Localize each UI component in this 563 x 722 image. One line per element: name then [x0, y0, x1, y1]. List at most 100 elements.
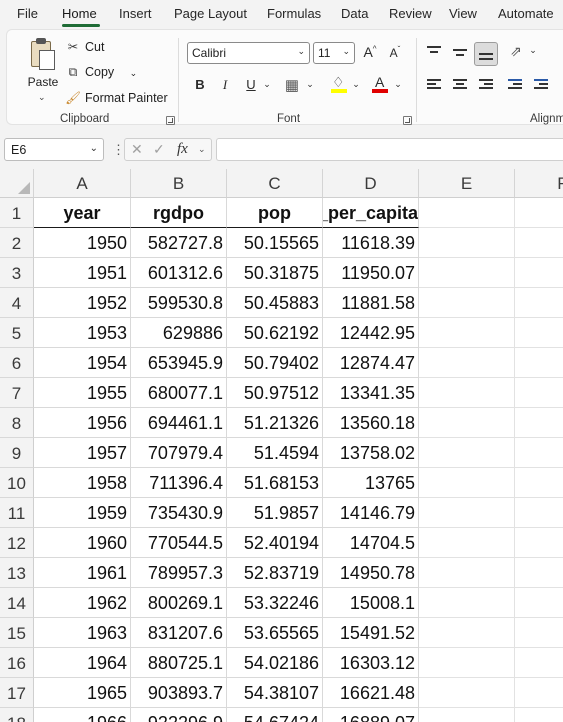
- cell[interactable]: [515, 408, 563, 438]
- cell[interactable]: [515, 648, 563, 678]
- cell[interactable]: [515, 318, 563, 348]
- cell[interactable]: 789957.3: [131, 558, 227, 588]
- cell[interactable]: 51.9857: [227, 498, 323, 528]
- align-right-icon[interactable]: [479, 79, 493, 91]
- formula-input[interactable]: [216, 138, 563, 161]
- underline-button[interactable]: U: [242, 77, 260, 92]
- cell[interactable]: 1960: [34, 528, 131, 558]
- cancel-icon[interactable]: ✕: [131, 141, 143, 158]
- cell[interactable]: [419, 408, 515, 438]
- cell[interactable]: [419, 558, 515, 588]
- cell[interactable]: 50.45883: [227, 288, 323, 318]
- cell[interactable]: 13758.02: [323, 438, 419, 468]
- enter-check-icon[interactable]: ✓: [153, 141, 165, 158]
- font-color-button[interactable]: A: [371, 74, 389, 94]
- cell[interactable]: 12442.95: [323, 318, 419, 348]
- copy-button[interactable]: ⧉ Copy ⌄: [65, 65, 138, 80]
- cell[interactable]: [419, 498, 515, 528]
- row-header[interactable]: 14: [0, 588, 34, 618]
- chevron-down-icon[interactable]: ⌄: [393, 79, 403, 90]
- clipboard-launcher-icon[interactable]: [166, 116, 175, 125]
- font-name-select[interactable]: Calibri ⌄: [187, 42, 310, 64]
- cell[interactable]: [419, 198, 515, 228]
- row-header[interactable]: 9: [0, 438, 34, 468]
- cell[interactable]: 1957: [34, 438, 131, 468]
- insert-function-icon[interactable]: fx: [177, 141, 188, 158]
- cell[interactable]: [515, 378, 563, 408]
- tab-file[interactable]: File: [17, 6, 38, 21]
- italic-button[interactable]: I: [216, 77, 234, 93]
- column-header-f[interactable]: F: [515, 169, 563, 198]
- decrease-font-size-icon[interactable]: Aˇ: [386, 45, 404, 60]
- cell[interactable]: [419, 708, 515, 722]
- cell[interactable]: [515, 198, 563, 228]
- header-cell[interactable]: year: [34, 198, 131, 228]
- cell[interactable]: 52.40194: [227, 528, 323, 558]
- cell[interactable]: [419, 258, 515, 288]
- row-header[interactable]: 1: [0, 198, 34, 228]
- row-header[interactable]: 16: [0, 648, 34, 678]
- cell[interactable]: 1962: [34, 588, 131, 618]
- cell[interactable]: 11950.07: [323, 258, 419, 288]
- tab-home[interactable]: Home: [62, 6, 97, 21]
- cell[interactable]: 14146.79: [323, 498, 419, 528]
- cell[interactable]: 12874.47: [323, 348, 419, 378]
- row-header[interactable]: 18: [0, 708, 34, 722]
- cell[interactable]: 53.65565: [227, 618, 323, 648]
- row-header[interactable]: 10: [0, 468, 34, 498]
- column-header-d[interactable]: D: [323, 169, 419, 198]
- column-header-e[interactable]: E: [419, 169, 515, 198]
- increase-font-size-icon[interactable]: A^: [361, 44, 379, 60]
- cell[interactable]: 11881.58: [323, 288, 419, 318]
- header-cell[interactable]: rgdpo_per_capita: [323, 198, 419, 228]
- cell[interactable]: 52.83719: [227, 558, 323, 588]
- cell[interactable]: 601312.6: [131, 258, 227, 288]
- header-cell[interactable]: pop: [227, 198, 323, 228]
- cell[interactable]: 1963: [34, 618, 131, 648]
- row-header[interactable]: 13: [0, 558, 34, 588]
- cell[interactable]: 14704.5: [323, 528, 419, 558]
- row-header[interactable]: 8: [0, 408, 34, 438]
- cell[interactable]: 15491.52: [323, 618, 419, 648]
- cell[interactable]: 880725.1: [131, 648, 227, 678]
- cell[interactable]: 735430.9: [131, 498, 227, 528]
- cell[interactable]: 800269.1: [131, 588, 227, 618]
- cut-button[interactable]: ✂ Cut: [65, 39, 105, 54]
- cell[interactable]: 54.38107: [227, 678, 323, 708]
- chevron-down-icon[interactable]: ⌄: [351, 79, 361, 90]
- row-header[interactable]: 2: [0, 228, 34, 258]
- cell[interactable]: [515, 288, 563, 318]
- cell[interactable]: 1959: [34, 498, 131, 528]
- cell[interactable]: 1951: [34, 258, 131, 288]
- cell[interactable]: 1950: [34, 228, 131, 258]
- cell[interactable]: [419, 288, 515, 318]
- row-header[interactable]: 12: [0, 528, 34, 558]
- row-header[interactable]: 7: [0, 378, 34, 408]
- cell[interactable]: 1958: [34, 468, 131, 498]
- orientation-icon[interactable]: ⇗: [506, 43, 526, 60]
- cell[interactable]: [419, 228, 515, 258]
- align-left-icon[interactable]: [427, 79, 441, 91]
- row-header[interactable]: 11: [0, 498, 34, 528]
- cell[interactable]: 50.62192: [227, 318, 323, 348]
- borders-icon[interactable]: ▦: [283, 76, 301, 94]
- cell[interactable]: [515, 618, 563, 648]
- tab-insert[interactable]: Insert: [119, 6, 152, 21]
- chevron-down-icon[interactable]: ⌄: [528, 45, 538, 56]
- align-center-icon[interactable]: [453, 79, 467, 91]
- cell[interactable]: 1956: [34, 408, 131, 438]
- tab-review[interactable]: Review: [389, 6, 432, 21]
- cell[interactable]: 1965: [34, 678, 131, 708]
- chevron-down-icon[interactable]: ⌄: [130, 68, 138, 78]
- row-header[interactable]: 6: [0, 348, 34, 378]
- cell[interactable]: [515, 258, 563, 288]
- cell[interactable]: [419, 528, 515, 558]
- column-header-c[interactable]: C: [227, 169, 323, 198]
- cell[interactable]: 582727.8: [131, 228, 227, 258]
- font-launcher-icon[interactable]: [403, 116, 412, 125]
- cell[interactable]: 1952: [34, 288, 131, 318]
- cell[interactable]: 50.79402: [227, 348, 323, 378]
- tab-page-layout[interactable]: Page Layout: [174, 6, 247, 21]
- chevron-down-icon[interactable]: ⌄: [262, 79, 272, 90]
- cell[interactable]: 13560.18: [323, 408, 419, 438]
